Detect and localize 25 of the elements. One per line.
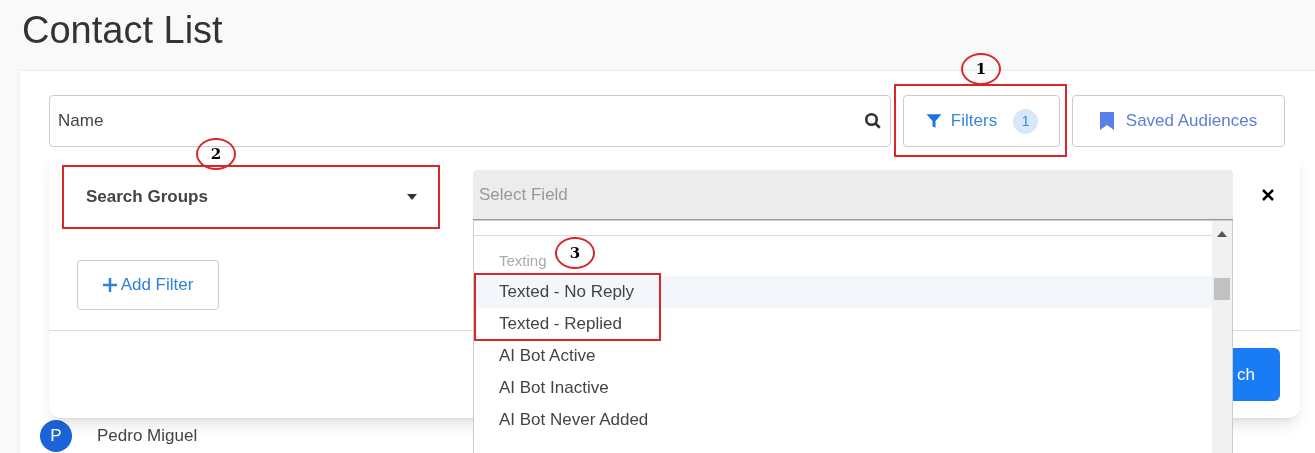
close-icon[interactable] xyxy=(1262,189,1274,201)
dropdown-scrollbar[interactable] xyxy=(1212,221,1232,453)
saved-audiences-button[interactable]: Saved Audiences xyxy=(1072,95,1285,147)
filters-button[interactable]: Filters 1 xyxy=(903,95,1060,147)
dropdown-option[interactable]: Texted - No Reply xyxy=(474,276,1212,308)
search-field[interactable]: Name xyxy=(49,95,891,147)
field-select[interactable]: Select Field xyxy=(473,170,1233,220)
option-group-label: Texting xyxy=(499,252,547,270)
caret-icon xyxy=(407,194,417,200)
annotation-number: 3 xyxy=(555,237,595,269)
group-select[interactable]: Search Groups xyxy=(66,169,437,225)
search-icon[interactable] xyxy=(864,112,882,130)
filters-label: Filters xyxy=(950,110,998,133)
annotation-number: 2 xyxy=(196,138,236,170)
add-filter-button[interactable]: Add Filter xyxy=(77,260,219,310)
page-title: Contact List xyxy=(22,8,223,53)
filter-icon xyxy=(924,112,943,130)
contact-name: Pedro Miguel xyxy=(97,426,198,446)
search-button[interactable]: ch xyxy=(1233,348,1280,401)
bookmark-icon xyxy=(1099,112,1114,130)
filter-count: 1 xyxy=(1013,108,1039,134)
scroll-up-icon[interactable] xyxy=(1217,231,1227,237)
annotation-number: 1 xyxy=(961,53,1001,85)
plus-icon xyxy=(102,278,117,292)
scrollbar-thumb[interactable] xyxy=(1214,278,1230,300)
